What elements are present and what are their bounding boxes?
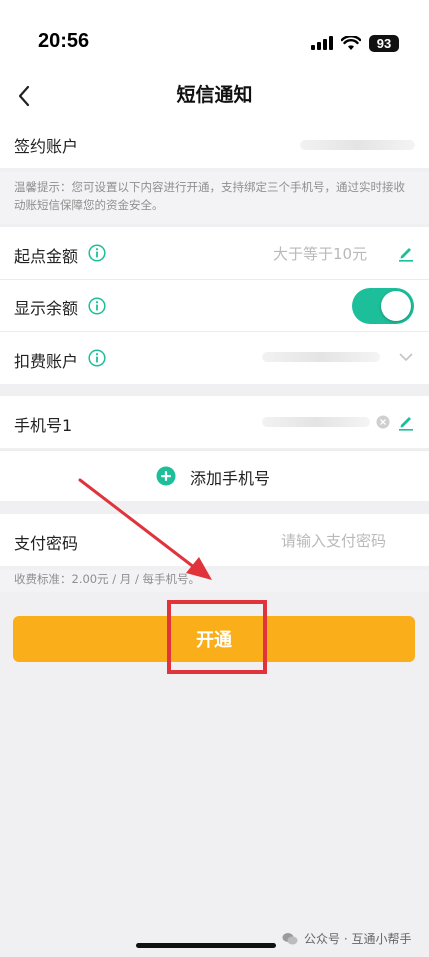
deduct-account-label: 扣费账户 <box>14 352 79 371</box>
status-icons: 93 <box>311 33 399 53</box>
info-icon[interactable] <box>88 244 106 262</box>
account-value-masked <box>300 140 415 150</box>
hint-content: 温馨提示：您可设置以下内容进行开通，支持绑定三个手机号，通过实时接收动账短信保障… <box>14 180 405 212</box>
wechat-icon <box>282 932 298 944</box>
add-phone-label: 添加手机号 <box>190 469 271 488</box>
battery-icon: 93 <box>369 34 399 52</box>
status-time: 20:56 <box>38 30 90 52</box>
deduct-account-value-masked <box>262 352 380 362</box>
signal-icon <box>311 36 333 50</box>
battery-level: 93 <box>376 35 392 51</box>
add-phone-button[interactable]: 添加手机号 <box>0 451 429 501</box>
deduct-account-row[interactable]: 扣费账户 <box>0 332 429 384</box>
fee-text: 收费标准：2.00元 / 月 / 每手机号。 <box>0 570 429 592</box>
edit-icon[interactable] <box>397 244 415 262</box>
wifi-icon <box>341 35 361 50</box>
password-input[interactable]: 请输入支付密码 <box>281 530 386 551</box>
threshold-label: 起点金额 <box>14 247 79 266</box>
info-icon[interactable] <box>88 349 106 367</box>
account-label: 签约账户 <box>14 137 79 156</box>
nav-bar: 短信通知 <box>0 72 429 120</box>
info-icon[interactable] <box>88 297 106 315</box>
show-balance-toggle[interactable] <box>352 288 414 324</box>
threshold-row[interactable]: 起点金额 大于等于10元 <box>0 227 429 279</box>
annotation-box <box>167 600 267 674</box>
chevron-down-icon[interactable] <box>399 352 413 362</box>
account-row: 签约账户 <box>0 120 429 168</box>
plus-circle-icon <box>156 466 176 486</box>
show-balance-label: 显示余额 <box>14 299 79 318</box>
clear-icon[interactable] <box>376 415 390 429</box>
watermark: 公众号 · 互通小帮手 <box>282 930 411 947</box>
status-bar: 20:56 93 <box>0 0 429 72</box>
threshold-input[interactable]: 大于等于10元 <box>273 243 367 264</box>
phone-label: 手机号1 <box>14 416 73 435</box>
page-title: 短信通知 <box>176 84 253 106</box>
edit-icon[interactable] <box>397 413 415 431</box>
watermark-text: 公众号 · 互通小帮手 <box>304 932 412 946</box>
phone-value-masked <box>262 417 370 427</box>
hint-text: 温馨提示：您可设置以下内容进行开通，支持绑定三个手机号，通过实时接收动账短信保障… <box>0 172 429 224</box>
fee-content: 收费标准：2.00元 / 月 / 每手机号。 <box>14 572 200 586</box>
home-indicator[interactable] <box>136 943 276 948</box>
phone-row[interactable]: 手机号1 <box>0 396 429 448</box>
password-label: 支付密码 <box>14 534 79 553</box>
password-row: 支付密码 请输入支付密码 <box>0 514 429 566</box>
toggle-knob <box>381 291 411 321</box>
